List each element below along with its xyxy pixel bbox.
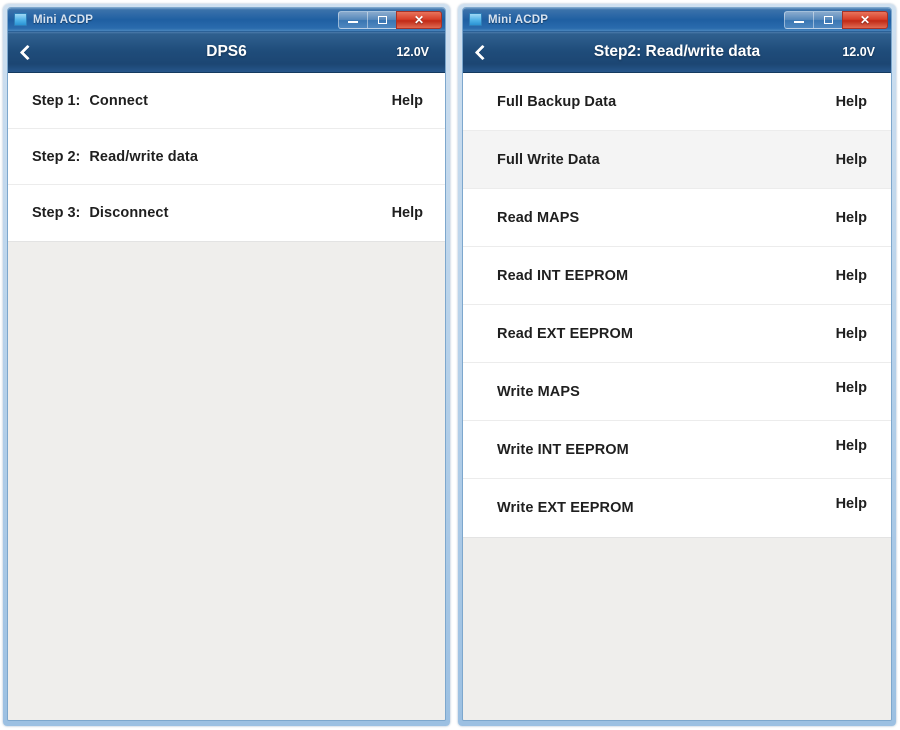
window-inner: Mini ACDP ✕ DPS6 12.0V Step 1: Connect H… <box>7 7 446 721</box>
minimize-button[interactable] <box>784 10 813 29</box>
window-controls: ✕ <box>784 10 888 29</box>
list-item-label: Read INT EEPROM <box>497 267 629 284</box>
desktop: Mini ACDP ✕ DPS6 12.0V Step 1: Connect H… <box>0 0 900 730</box>
window-dps6: Mini ACDP ✕ DPS6 12.0V Step 1: Connect H… <box>3 4 450 726</box>
minimize-button[interactable] <box>338 10 367 29</box>
maximize-button[interactable] <box>813 10 842 29</box>
operation-list: Full Backup Data Help Full Write Data He… <box>463 73 891 538</box>
list-item[interactable]: Read EXT EEPROM Help <box>463 305 891 363</box>
list-item[interactable]: Step 1: Connect Help <box>8 73 445 129</box>
voltage-indicator: 12.0V <box>396 45 429 59</box>
minimize-icon <box>794 21 804 23</box>
app-icon <box>469 13 482 26</box>
titlebar[interactable]: Mini ACDP ✕ <box>8 8 445 32</box>
list-item[interactable]: Write INT EEPROM Help <box>463 421 891 479</box>
list-item[interactable]: Write MAPS Help <box>463 363 891 421</box>
content-area: Full Backup Data Help Full Write Data He… <box>463 73 891 720</box>
list-item-label: Full Write Data <box>497 151 600 168</box>
help-link[interactable]: Help <box>836 380 867 396</box>
list-item-step: Step 1: <box>32 92 81 109</box>
list-item[interactable]: Full Backup Data Help <box>463 73 891 131</box>
help-link[interactable]: Help <box>836 496 867 512</box>
help-link[interactable]: Help <box>836 268 867 284</box>
list-item-step: Step 2: <box>32 148 81 165</box>
list-item-label: Write EXT EEPROM <box>497 500 634 516</box>
chevron-left-icon <box>474 44 491 60</box>
maximize-icon <box>823 15 833 24</box>
list-item-label: Write MAPS <box>497 383 580 400</box>
list-item-label: Disconnect <box>89 205 169 221</box>
help-link[interactable]: Help <box>836 152 867 168</box>
content-area: Step 1: Connect Help Step 2: Read/write … <box>8 73 445 720</box>
window-controls: ✕ <box>338 10 442 29</box>
list-item-label: Full Backup Data <box>497 93 617 110</box>
help-link[interactable]: Help <box>836 94 867 110</box>
app-navbar: DPS6 12.0V <box>8 32 445 73</box>
list-item[interactable]: Read INT EEPROM Help <box>463 247 891 305</box>
list-item-label: Connect <box>89 92 149 109</box>
close-button[interactable]: ✕ <box>396 10 442 29</box>
help-link[interactable]: Help <box>836 438 867 454</box>
maximize-button[interactable] <box>367 10 396 29</box>
list-item-label: Read EXT EEPROM <box>497 325 634 342</box>
minimize-icon <box>348 21 358 23</box>
list-item[interactable]: Write EXT EEPROM Help <box>463 479 891 537</box>
titlebar[interactable]: Mini ACDP ✕ <box>463 8 891 32</box>
close-button[interactable]: ✕ <box>842 10 888 29</box>
list-item[interactable]: Step 3: Disconnect Help <box>8 185 445 241</box>
help-link[interactable]: Help <box>836 210 867 226</box>
page-title: DPS6 <box>206 43 247 60</box>
list-item[interactable]: Step 2: Read/write data Help <box>8 129 445 185</box>
window-step2: Mini ACDP ✕ Step2: Read/write data 12.0V… <box>458 4 896 726</box>
list-item[interactable]: Read MAPS Help <box>463 189 891 247</box>
maximize-icon <box>377 15 387 24</box>
app-icon <box>14 13 27 26</box>
list-item-step: Step 3: <box>32 205 81 221</box>
voltage-indicator: 12.0V <box>842 45 875 59</box>
window-title: Mini ACDP <box>33 13 94 26</box>
list-item-label: Read MAPS <box>497 209 580 226</box>
list-item[interactable]: Full Write Data Help <box>463 131 891 189</box>
help-link[interactable]: Help <box>836 326 867 342</box>
help-link[interactable]: Help <box>392 205 423 221</box>
list-item-label: Write INT EEPROM <box>497 441 629 458</box>
app-navbar: Step2: Read/write data 12.0V <box>463 32 891 73</box>
window-inner: Mini ACDP ✕ Step2: Read/write data 12.0V… <box>462 7 892 721</box>
step-list: Step 1: Connect Help Step 2: Read/write … <box>8 73 445 242</box>
chevron-left-icon <box>19 44 36 60</box>
list-item-label: Read/write data <box>89 148 199 165</box>
window-title: Mini ACDP <box>488 13 549 26</box>
page-title: Step2: Read/write data <box>593 43 761 60</box>
help-link[interactable]: Help <box>392 93 423 109</box>
back-button[interactable] <box>19 39 44 65</box>
back-button[interactable] <box>474 39 499 65</box>
